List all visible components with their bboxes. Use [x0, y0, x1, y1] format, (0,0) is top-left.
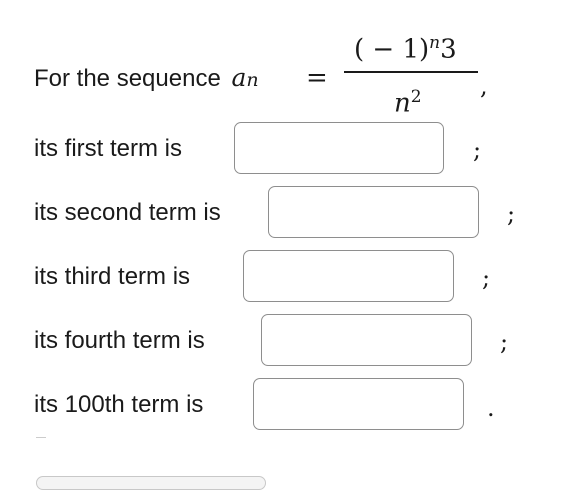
fraction-denominator: n2	[394, 80, 422, 121]
formula-fraction: ( − 1)n3 n2	[344, 26, 480, 119]
hundredth-term-label: its 100th term is	[34, 391, 204, 418]
prompt-lead-text: For the sequence	[34, 65, 221, 92]
hundredth-term-input[interactable]	[253, 378, 464, 430]
sequence-symbol-index: n	[246, 69, 259, 91]
submit-button[interactable]	[36, 476, 266, 490]
numerator-factor: 3	[440, 34, 457, 65]
second-term-input[interactable]	[268, 186, 479, 238]
third-term-input[interactable]	[243, 250, 454, 302]
second-term-semicolon: ;	[507, 200, 516, 228]
first-term-input[interactable]	[234, 122, 444, 174]
second-term-label: its second term is	[34, 199, 221, 226]
divider	[36, 437, 46, 438]
denominator-exponent: 2	[410, 87, 422, 107]
denominator-base: n	[394, 88, 411, 119]
sequence-prompt: For the sequence an	[34, 64, 259, 94]
hundredth-term-period: .	[487, 394, 495, 422]
fourth-term-input[interactable]	[261, 314, 472, 366]
first-term-label: its first term is	[34, 135, 182, 162]
sequence-symbol: an	[231, 63, 258, 92]
fourth-term-semicolon: ;	[500, 328, 509, 356]
fraction-bar	[344, 71, 478, 73]
prompt-comma: ,	[480, 72, 488, 100]
third-term-label: its third term is	[34, 263, 191, 290]
fraction-numerator: ( − 1)n3	[354, 26, 457, 67]
numerator-base: ( − 1)	[354, 34, 430, 65]
equals-sign: =	[306, 63, 328, 93]
sequence-symbol-letter: a	[231, 63, 247, 92]
fourth-term-label: its fourth term is	[34, 327, 205, 354]
first-term-semicolon: ;	[473, 136, 482, 164]
numerator-exponent: n	[429, 33, 441, 53]
third-term-semicolon: ;	[482, 264, 491, 292]
